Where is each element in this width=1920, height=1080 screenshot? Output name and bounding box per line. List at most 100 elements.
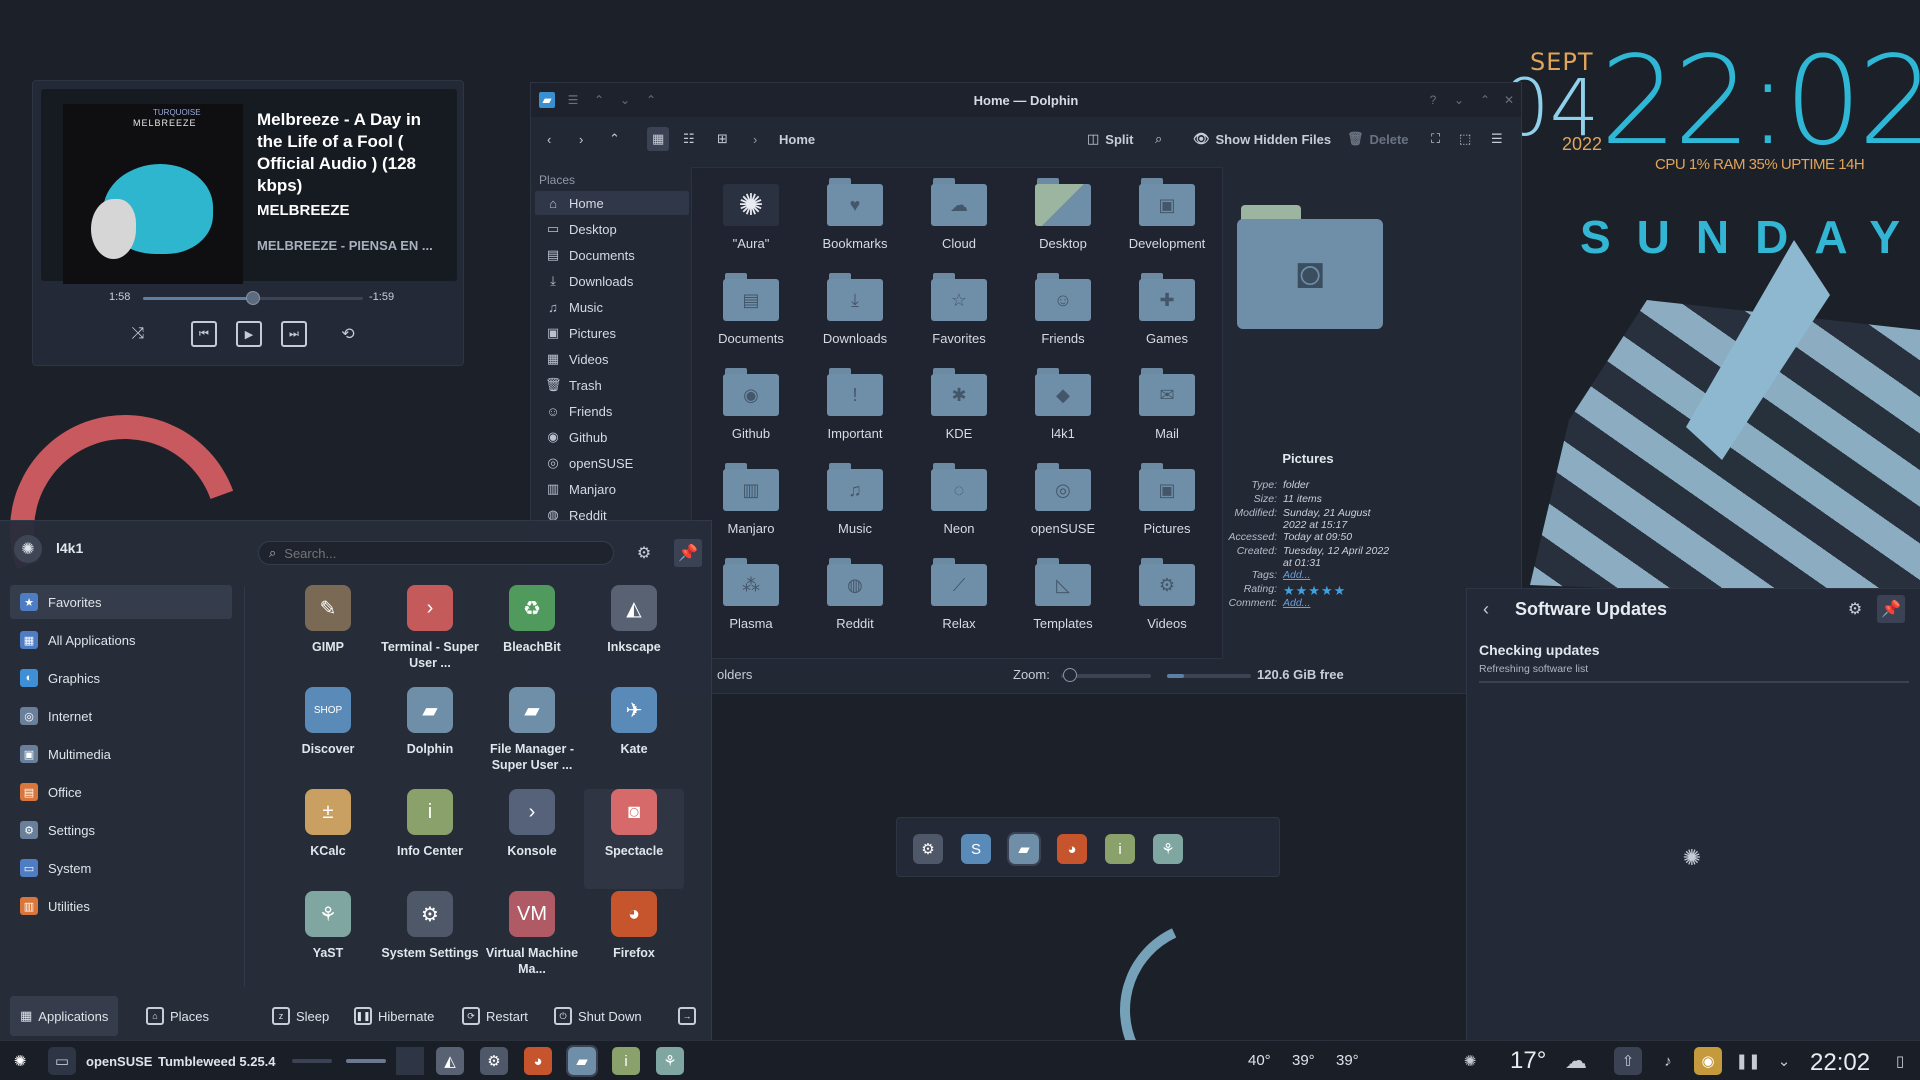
avatar[interactable]: ✺: [14, 535, 42, 563]
app-tray-button[interactable]: ◉: [1694, 1047, 1722, 1075]
search-input[interactable]: [284, 545, 585, 561]
sidebar-item-music[interactable]: ♫ Music: [535, 295, 689, 319]
task-yast[interactable]: ⚘: [656, 1047, 684, 1075]
tray-expand-button[interactable]: ⌄: [1770, 1047, 1798, 1075]
folder-item[interactable]: ✚ Games: [1108, 273, 1226, 363]
folder-item[interactable]: ! Important: [796, 368, 914, 458]
app-tile[interactable]: ⚙ System Settings: [380, 891, 480, 991]
breadcrumb[interactable]: Home: [779, 127, 815, 151]
tab-places[interactable]: ⌂ Places: [146, 996, 209, 1036]
tab-applications[interactable]: ▦ Applications: [10, 996, 119, 1036]
updates-tray-button[interactable]: ✺: [1456, 1047, 1484, 1075]
app-tile[interactable]: ▰ Dolphin: [380, 687, 480, 787]
folder-item[interactable]: ◎ openSUSE: [1004, 463, 1122, 553]
window-list-button[interactable]: ▭: [48, 1047, 76, 1075]
updates-settings-button[interactable]: ⚙: [1841, 595, 1869, 623]
sidebar-item-downloads[interactable]: ⤓ Downloads: [535, 269, 689, 293]
sidebar-item-videos[interactable]: ▦ Videos: [535, 347, 689, 371]
dock-info-center-icon[interactable]: i: [1105, 834, 1135, 864]
app-tile[interactable]: ⚘ YaST: [278, 891, 378, 991]
hamburger-menu-button[interactable]: ☰: [1491, 127, 1503, 151]
sidebar-item-documents[interactable]: ▤ Documents: [535, 243, 689, 267]
app-tile[interactable]: › Terminal - Super User ...: [380, 585, 480, 685]
info-value[interactable]: Add...: [1283, 569, 1393, 581]
app-tile[interactable]: ▰ File Manager - Super User ...: [482, 687, 582, 787]
category-favorites[interactable]: ★ Favorites: [10, 585, 232, 619]
folder-item[interactable]: ☁ Cloud: [900, 178, 1018, 268]
breadcrumb-home[interactable]: Home: [779, 132, 815, 147]
app-tile[interactable]: ◙ Spectacle: [584, 789, 684, 889]
sleep-button[interactable]: z Sleep: [272, 996, 329, 1036]
back-button[interactable]: ‹: [547, 127, 551, 151]
sidebar-item-opensuse[interactable]: ◎ openSUSE: [535, 451, 689, 475]
folder-item[interactable]: ⚙ Videos: [1108, 558, 1226, 648]
folder-item[interactable]: ◌ Neon: [900, 463, 1018, 553]
help-icon[interactable]: ?: [1425, 92, 1441, 108]
app-tile[interactable]: ✎ GIMP: [278, 585, 378, 685]
pager-icon[interactable]: [396, 1047, 424, 1075]
split-button[interactable]: ◫ Split: [1087, 127, 1133, 151]
category-internet[interactable]: ◎ Internet: [10, 699, 232, 733]
folder-item[interactable]: ⤓ Downloads: [796, 273, 914, 363]
sidebar-item-trash[interactable]: 🗑 Trash: [535, 373, 689, 397]
weather-temperature[interactable]: 17°: [1510, 1047, 1546, 1075]
category-utilities[interactable]: ▥ Utilities: [10, 889, 232, 923]
search-button[interactable]: ⌕: [1155, 127, 1162, 151]
next-button[interactable]: ⏭: [281, 321, 307, 347]
folder-item[interactable]: ☺ Friends: [1004, 273, 1122, 363]
app-tile[interactable]: ◕ Firefox: [584, 891, 684, 991]
task-dolphin[interactable]: ▰: [566, 1045, 598, 1077]
folder-item[interactable]: ◆ l4k1: [1004, 368, 1122, 458]
task-inkscape[interactable]: ◭: [436, 1047, 464, 1075]
app-tile[interactable]: ✈ Kate: [584, 687, 684, 787]
app-tile[interactable]: ◭ Inkscape: [584, 585, 684, 685]
seek-handle[interactable]: [246, 291, 260, 305]
sidebar-item-friends[interactable]: ☺ Friends: [535, 399, 689, 423]
folder-item[interactable]: ✱ KDE: [900, 368, 1018, 458]
leave-button[interactable]: →: [678, 996, 696, 1036]
cloud-icon[interactable]: ☁: [1562, 1047, 1590, 1075]
pause-tray-button[interactable]: ❚❚: [1734, 1047, 1762, 1075]
info-value[interactable]: Add...: [1283, 597, 1393, 609]
search-field[interactable]: ⌕: [258, 541, 614, 565]
compact-view-button[interactable]: ⊞: [717, 127, 728, 151]
sidebar-item-github[interactable]: ◉ Github: [535, 425, 689, 449]
launcher-button[interactable]: ✺: [6, 1047, 34, 1075]
zoom-slider[interactable]: [1061, 668, 1151, 682]
zoom-slider-handle[interactable]: [1063, 668, 1077, 682]
category-multimedia[interactable]: ▣ Multimedia: [10, 737, 232, 771]
screenshot-button[interactable]: ⬚: [1459, 127, 1471, 151]
fullscreen-button[interactable]: ⛶: [1431, 127, 1440, 151]
folder-item[interactable]: ✺ "Aura": [692, 178, 810, 268]
folder-item[interactable]: ✉ Mail: [1108, 368, 1226, 458]
dock-system-settings-icon[interactable]: ⚙: [913, 834, 943, 864]
app-tile[interactable]: i Info Center: [380, 789, 480, 889]
taskbar-clock[interactable]: 22:02: [1810, 1049, 1870, 1077]
show-hidden-files-button[interactable]: 👁 Show Hidden Files: [1193, 127, 1331, 151]
upload-tray-button[interactable]: ⇧: [1614, 1047, 1642, 1075]
hibernate-button[interactable]: ❚❚ Hibernate: [354, 996, 434, 1036]
category-all-applications[interactable]: ▦ All Applications: [10, 623, 232, 657]
dock-dolphin-icon[interactable]: ▰: [1007, 832, 1041, 866]
app-tile[interactable]: VM Virtual Machine Ma...: [482, 891, 582, 991]
media-tray-button[interactable]: ♪: [1654, 1047, 1682, 1075]
launcher-settings-button[interactable]: ⚙: [630, 539, 658, 567]
details-view-button[interactable]: ☷: [683, 127, 695, 151]
dock-discover-icon[interactable]: S: [961, 834, 991, 864]
previous-button[interactable]: ⏮: [191, 321, 217, 347]
folder-item[interactable]: ◍ Reddit: [796, 558, 914, 648]
folder-item[interactable]: ♫ Music: [796, 463, 914, 553]
show-desktop-button[interactable]: ▯: [1886, 1047, 1914, 1075]
folder-item[interactable]: Desktop: [1004, 178, 1122, 268]
sidebar-item-pictures[interactable]: ▣ Pictures: [535, 321, 689, 345]
back-button[interactable]: ‹: [1483, 599, 1489, 620]
sidebar-item-desktop[interactable]: ▭ Desktop: [535, 217, 689, 241]
folder-item[interactable]: ♥ Bookmarks: [796, 178, 914, 268]
app-tile[interactable]: ± KCalc: [278, 789, 378, 889]
shuffle-button[interactable]: ⤨: [125, 321, 151, 347]
category-settings[interactable]: ⚙ Settings: [10, 813, 232, 847]
dock-yast-icon[interactable]: ⚘: [1153, 834, 1183, 864]
app-tile[interactable]: › Konsole: [482, 789, 582, 889]
folder-item[interactable]: ⟋ Relax: [900, 558, 1018, 648]
task-system-settings[interactable]: ⚙: [480, 1047, 508, 1075]
